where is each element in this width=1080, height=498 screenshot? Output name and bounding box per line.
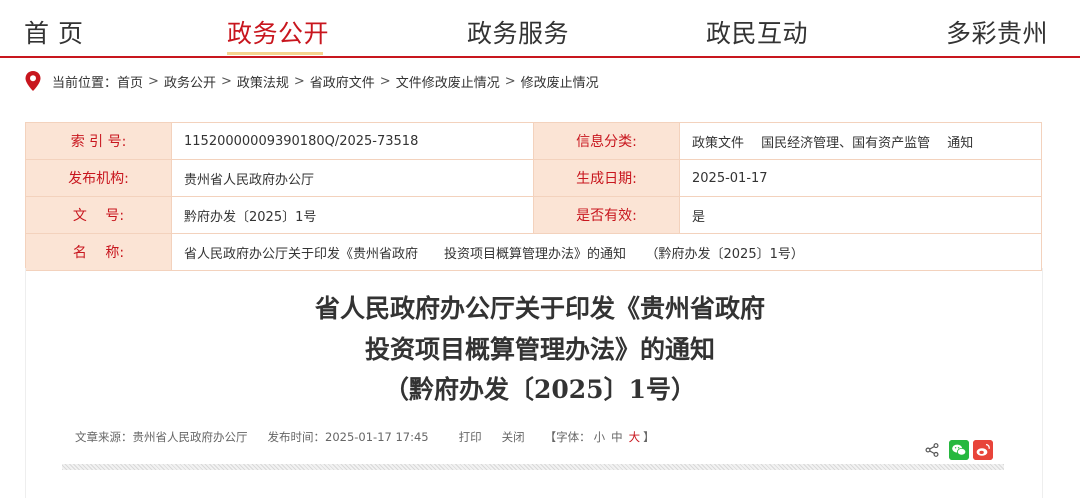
breadcrumb-item[interactable]: 政务公开 [164, 72, 216, 91]
share-bar [925, 440, 993, 460]
validity-value: 是 [679, 196, 1042, 234]
article-meta: 文章来源：贵州省人民政府办公厅 发布时间：2025-01-17 17:45 打印… [75, 429, 655, 445]
doc-name-value: 省人民政府办公厅关于印发《贵州省政府 投资项目概算管理办法》的通知 （黔府办发〔… [171, 233, 1042, 271]
publish-time: 发布时间：2025-01-17 17:45 [267, 430, 429, 444]
article-source: 文章来源：贵州省人民政府办公厅 [75, 430, 248, 444]
breadcrumb-item[interactable]: 省政府文件 [310, 72, 375, 91]
table-row: 索 引 号: 11520000009390180Q/2025-73518 信息分… [25, 122, 1042, 160]
breadcrumb-item[interactable]: 政策法规 [237, 72, 289, 91]
nav-item-interaction[interactable]: 政民互动 [706, 16, 808, 52]
font-size-close: 】 [643, 430, 655, 444]
active-tab-indicator [227, 52, 323, 55]
wechat-icon[interactable] [949, 440, 969, 460]
weibo-icon[interactable] [973, 440, 993, 460]
font-size-medium-button[interactable]: 中 [611, 429, 623, 445]
nav-divider [0, 56, 1080, 58]
close-link[interactable]: 关闭 [502, 429, 525, 445]
doc-name-label: 名 称: [25, 233, 172, 271]
article-title-line: （黔府办发〔2025〕1号） [384, 375, 696, 404]
index-number-label: 索 引 号: [25, 122, 172, 160]
issuer-label: 发布机构: [25, 159, 172, 197]
article-title-line: 省人民政府办公厅关于印发《贵州省政府 [314, 294, 765, 323]
font-size-large-button[interactable]: 大 [629, 429, 641, 445]
breadcrumb-item[interactable]: 文件修改废止情况 [396, 72, 500, 91]
category-value: 政策文件 国民经济管理、国有资产监管 通知 [679, 122, 1042, 160]
date-value: 2025-01-17 [679, 159, 1042, 197]
table-row: 名 称: 省人民政府办公厅关于印发《贵州省政府 投资项目概算管理办法》的通知 （… [25, 233, 1042, 271]
nav-item-gov-affairs[interactable]: 政务公开 [227, 16, 329, 52]
breadcrumb-item[interactable]: 首页 [117, 72, 143, 91]
doc-number-value: 黔府办发〔2025〕1号 [171, 196, 534, 234]
table-row: 发布机构: 贵州省人民政府办公厅 生成日期: 2025-01-17 [25, 159, 1042, 197]
date-label: 生成日期: [533, 159, 680, 197]
nav-item-colorful-guizhou[interactable]: 多彩贵州 [946, 16, 1048, 52]
breadcrumb-separator: > [220, 73, 232, 89]
breadcrumb-separator: > [379, 73, 391, 89]
breadcrumb: 当前位置： 首页 > 政务公开 > 政策法规 > 省政府文件 > 文件修改废止情… [24, 70, 599, 92]
category-label: 信息分类: [533, 122, 680, 160]
validity-label: 是否有效: [533, 196, 680, 234]
nav-item-gov-services[interactable]: 政务服务 [467, 16, 569, 52]
share-icon[interactable] [925, 443, 939, 457]
content-divider [62, 464, 1004, 470]
print-link[interactable]: 打印 [459, 429, 482, 445]
table-row: 文 号: 黔府办发〔2025〕1号 是否有效: 是 [25, 196, 1042, 234]
doc-number-label: 文 号: [25, 196, 172, 234]
index-number-value: 11520000009390180Q/2025-73518 [171, 122, 534, 160]
issuer-value: 贵州省人民政府办公厅 [171, 159, 534, 197]
location-pin-icon [25, 71, 41, 91]
nav-item-home[interactable]: 首 页 [24, 16, 83, 52]
breadcrumb-separator: > [293, 73, 305, 89]
article-title-line: 投资项目概算管理办法》的通知 [364, 335, 715, 364]
breadcrumb-item[interactable]: 修改废止情况 [521, 72, 599, 91]
breadcrumb-prefix: 当前位置： [52, 75, 118, 91]
document-info-table: 索 引 号: 11520000009390180Q/2025-73518 信息分… [25, 122, 1042, 271]
breadcrumb-separator: > [148, 73, 159, 89]
breadcrumb-separator: > [504, 73, 516, 89]
font-size-open: 【字体： [544, 430, 591, 444]
font-size-small-button[interactable]: 小 [594, 429, 606, 445]
top-nav: 首 页 政务公开 政务服务 政民互动 多彩贵州 [0, 0, 1080, 58]
